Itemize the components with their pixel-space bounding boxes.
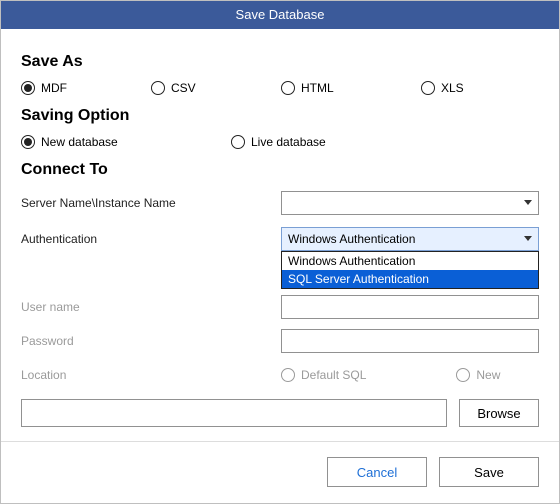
user-name-input[interactable] xyxy=(281,295,539,319)
cancel-button[interactable]: Cancel xyxy=(327,457,427,487)
authentication-dropdown: Windows Authentication SQL Server Authen… xyxy=(281,251,539,289)
row-location-path: Browse xyxy=(21,399,539,427)
radio-icon xyxy=(231,135,245,149)
row-location: Location Default SQL New xyxy=(21,361,539,389)
auth-option-windows[interactable]: Windows Authentication xyxy=(282,252,538,270)
row-server-name: Server Name\Instance Name xyxy=(21,189,539,217)
radio-icon xyxy=(151,81,165,95)
server-name-combo[interactable] xyxy=(281,191,539,215)
radio-label: MDF xyxy=(41,81,67,95)
radio-icon xyxy=(456,368,470,382)
save-as-options: MDF CSV HTML XLS xyxy=(21,81,539,95)
radio-label: Live database xyxy=(251,135,326,149)
radio-new-database[interactable]: New database xyxy=(21,135,231,149)
chevron-down-icon xyxy=(524,236,532,241)
label-user-name: User name xyxy=(21,300,281,314)
label-location: Location xyxy=(21,368,281,382)
chevron-down-icon xyxy=(524,200,532,205)
row-authentication: Authentication Windows Authentication Wi… xyxy=(21,225,539,253)
label-server-name: Server Name\Instance Name xyxy=(21,196,281,210)
label-password: Password xyxy=(21,334,281,348)
radio-mdf[interactable]: MDF xyxy=(21,81,151,95)
divider xyxy=(1,441,559,442)
save-button[interactable]: Save xyxy=(439,457,539,487)
section-save-as: Save As xyxy=(21,53,539,71)
password-input[interactable] xyxy=(281,329,539,353)
save-database-dialog: Save Database Save As MDF CSV HTML XLS S… xyxy=(0,0,560,504)
radio-label: XLS xyxy=(441,81,464,95)
radio-new-location[interactable]: New xyxy=(456,368,500,382)
auth-option-sqlserver[interactable]: SQL Server Authentication xyxy=(282,270,538,288)
radio-csv[interactable]: CSV xyxy=(151,81,281,95)
radio-icon xyxy=(21,135,35,149)
radio-icon xyxy=(281,81,295,95)
dialog-content: Save As MDF CSV HTML XLS Saving Option xyxy=(1,29,559,442)
label-authentication: Authentication xyxy=(21,232,281,246)
section-connect-to: Connect To xyxy=(21,161,539,179)
radio-default-sql[interactable]: Default SQL xyxy=(281,368,366,382)
radio-xls[interactable]: XLS xyxy=(421,81,464,95)
radio-label: CSV xyxy=(171,81,196,95)
radio-label: HTML xyxy=(301,81,334,95)
radio-label: Default SQL xyxy=(301,368,366,382)
dialog-footer: Cancel Save xyxy=(327,457,539,487)
location-path-input[interactable] xyxy=(21,399,447,427)
radio-icon xyxy=(421,81,435,95)
row-user-name: User name xyxy=(21,293,539,321)
section-saving-option: Saving Option xyxy=(21,107,539,125)
radio-label: New xyxy=(476,368,500,382)
authentication-combo[interactable]: Windows Authentication xyxy=(281,227,539,251)
radio-icon xyxy=(21,81,35,95)
saving-option-options: New database Live database xyxy=(21,135,539,149)
authentication-selected: Windows Authentication xyxy=(288,232,415,246)
radio-live-database[interactable]: Live database xyxy=(231,135,326,149)
radio-html[interactable]: HTML xyxy=(281,81,421,95)
browse-button[interactable]: Browse xyxy=(459,399,539,427)
radio-label: New database xyxy=(41,135,118,149)
dialog-title: Save Database xyxy=(1,1,559,29)
radio-icon xyxy=(281,368,295,382)
row-password: Password xyxy=(21,327,539,355)
